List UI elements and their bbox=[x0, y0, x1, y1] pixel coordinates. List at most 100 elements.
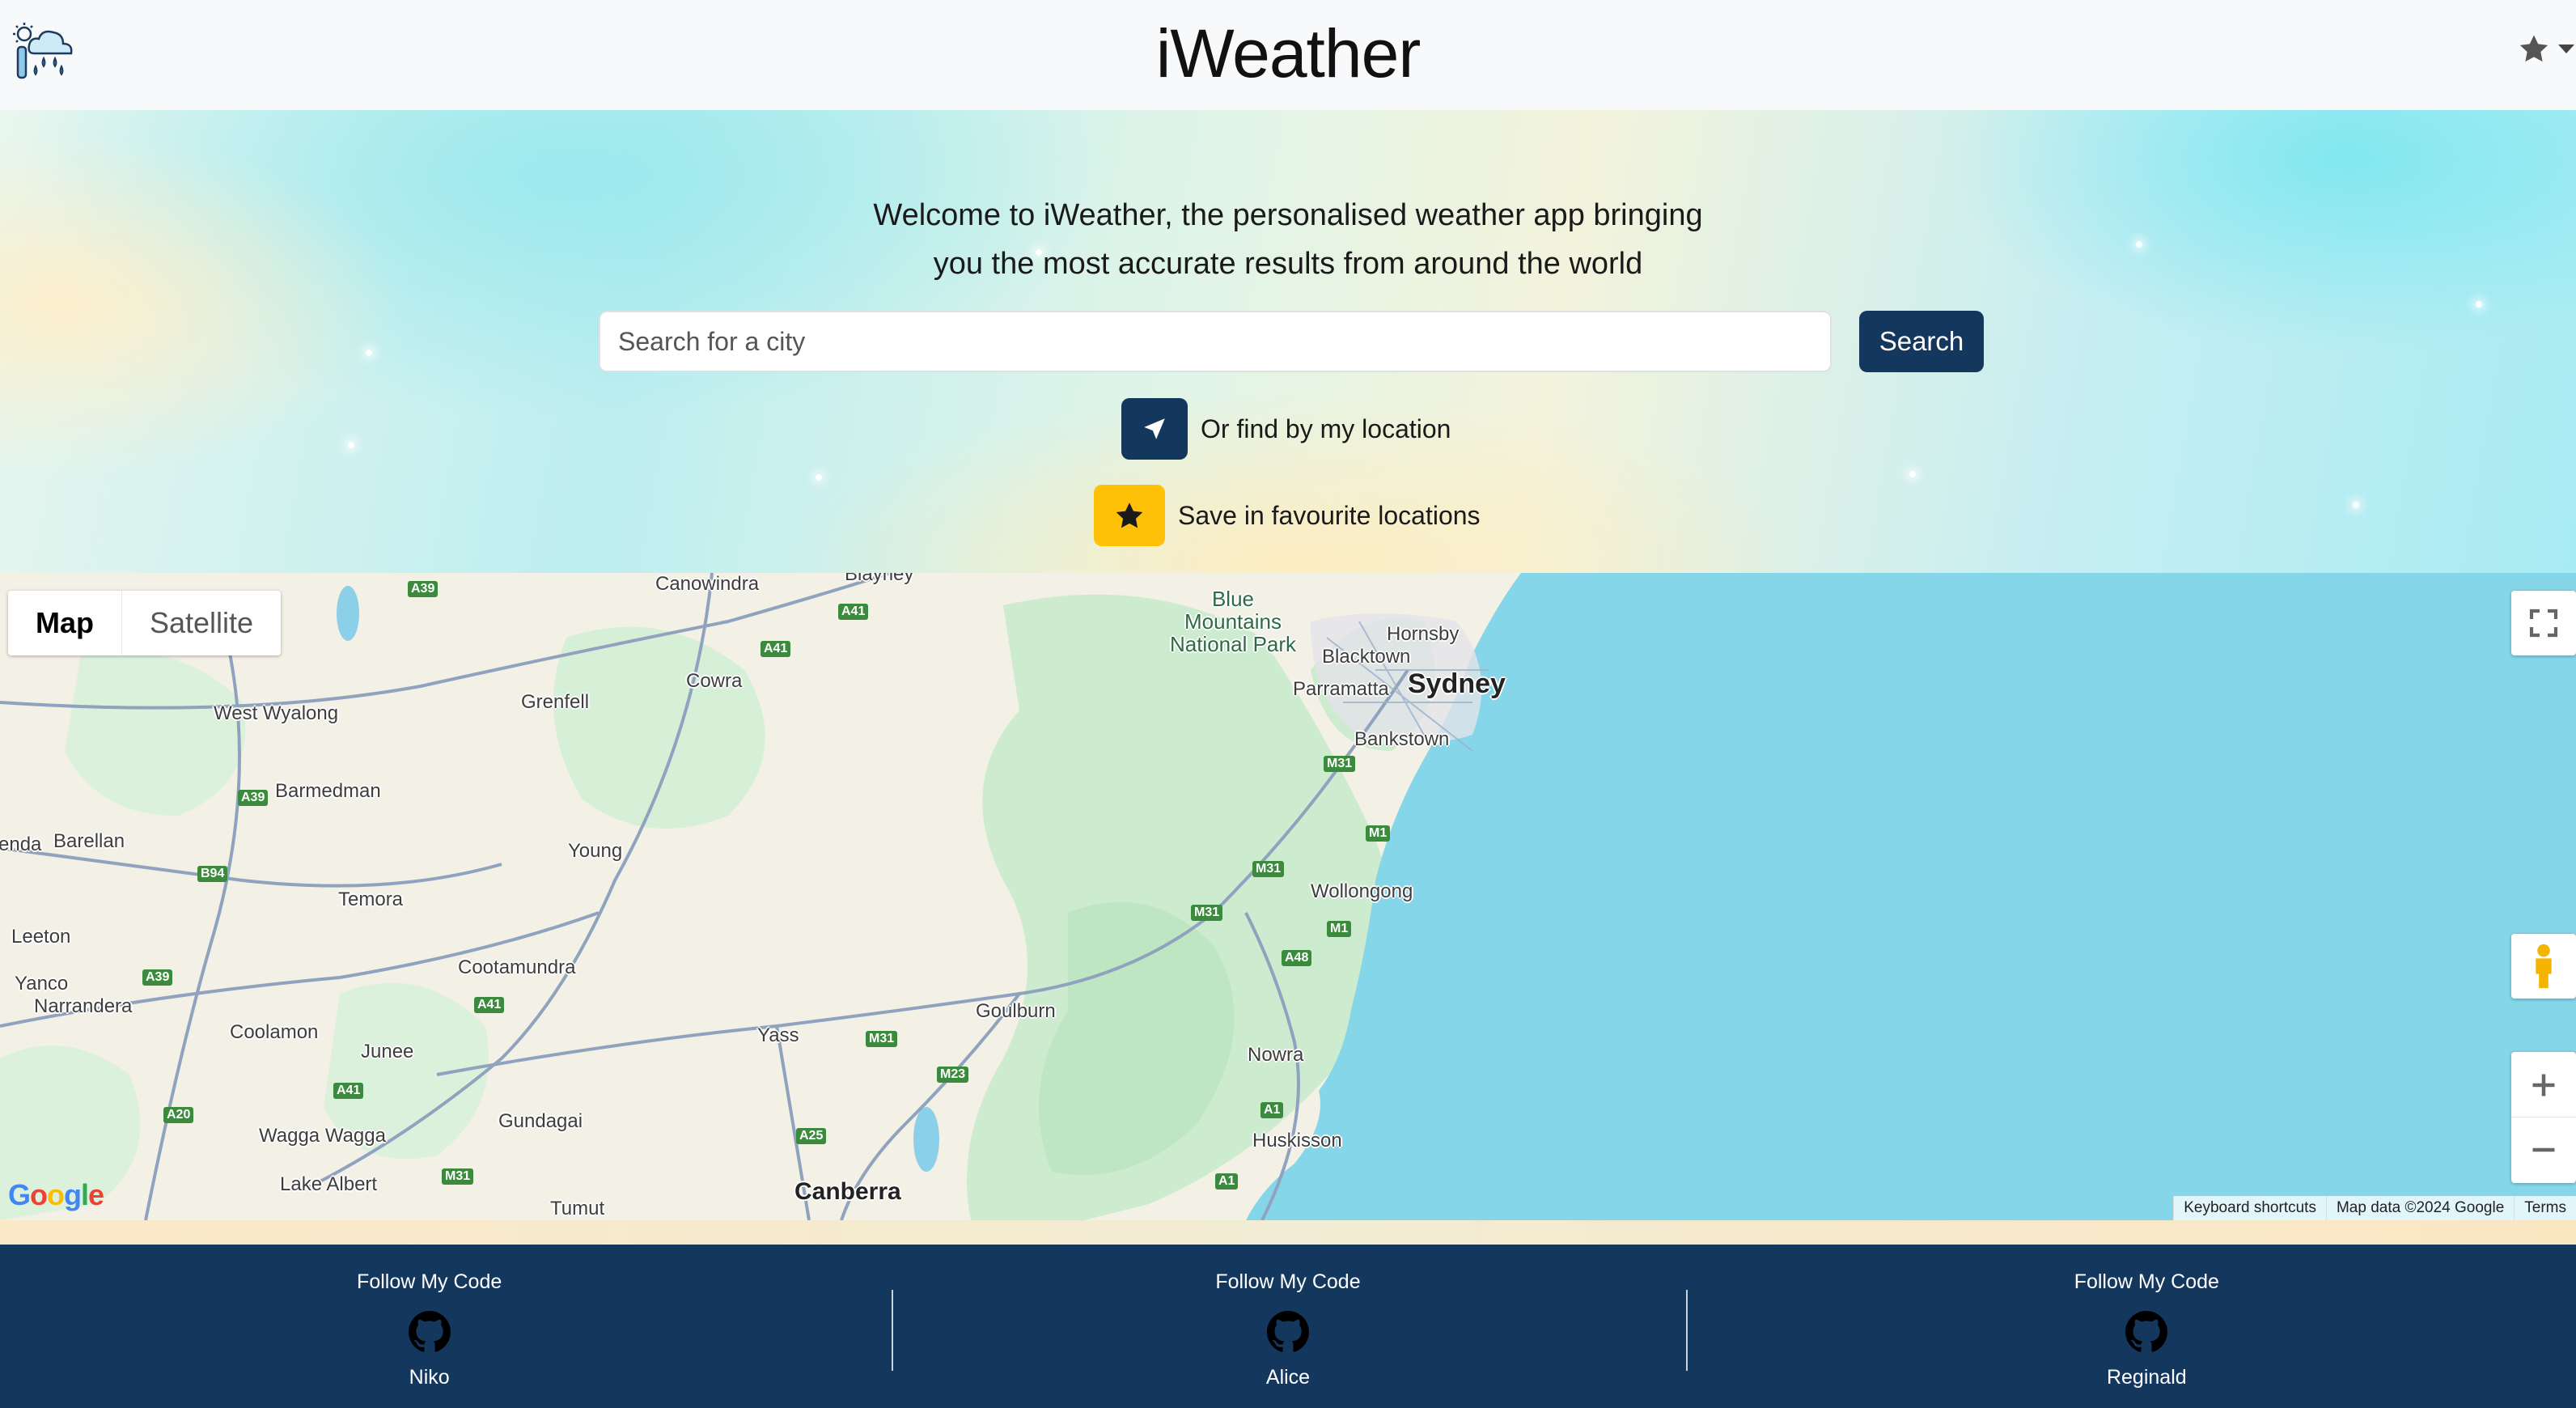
github-icon[interactable] bbox=[1266, 1311, 1309, 1353]
google-map[interactable]: Canowindra Blayney Cowra Grenfell West W… bbox=[0, 573, 2576, 1220]
city-search-input[interactable] bbox=[599, 311, 1832, 372]
terms-link[interactable]: Terms bbox=[2514, 1196, 2576, 1220]
map-label-canberra: Canberra bbox=[794, 1178, 901, 1205]
sparkle-decoration bbox=[2353, 502, 2359, 508]
footer-divider bbox=[1686, 1290, 1688, 1371]
map-label-young: Young bbox=[568, 840, 623, 862]
welcome-message: Welcome to iWeather, the personalised we… bbox=[0, 191, 2576, 288]
map-label-barmedman: Barmedman bbox=[275, 780, 381, 802]
map-label-hornsby: Hornsby bbox=[1387, 623, 1460, 645]
find-by-location-row: Or find by my location bbox=[1121, 398, 1451, 460]
decorative-strip bbox=[0, 1220, 2576, 1245]
navbar: iWeather bbox=[0, 0, 2576, 110]
map-label-enda: enda bbox=[0, 833, 42, 855]
star-icon bbox=[1116, 503, 1143, 528]
road-shield: A39 bbox=[142, 969, 173, 986]
zoom-controls bbox=[2511, 1052, 2576, 1183]
street-view-button[interactable] bbox=[2511, 934, 2576, 999]
map-label-coolamon: Coolamon bbox=[230, 1021, 319, 1043]
road-shield: A1 bbox=[1215, 1173, 1239, 1190]
map-label-parramatta: Parramatta bbox=[1293, 678, 1389, 700]
save-favourite-button[interactable] bbox=[1094, 485, 1165, 546]
footer-column-reginald: Follow My Code Reginald bbox=[1718, 1245, 2576, 1408]
map-label-narrandera: Narrandera bbox=[34, 995, 133, 1017]
map-label-tumut: Tumut bbox=[550, 1198, 605, 1219]
google-logo[interactable]: Google bbox=[8, 1178, 104, 1212]
map-label-blue-mountains: Blue Mountains National Park bbox=[1169, 587, 1297, 656]
chevron-down-icon bbox=[2558, 44, 2574, 53]
road-shield: M23 bbox=[937, 1067, 969, 1083]
find-location-button[interactable] bbox=[1121, 398, 1188, 460]
road-shield: M31 bbox=[866, 1031, 898, 1047]
contributor-name[interactable]: Alice bbox=[858, 1366, 1717, 1389]
map-label-grenfell: Grenfell bbox=[521, 691, 590, 713]
contributor-name[interactable]: Niko bbox=[0, 1366, 858, 1389]
pegman-icon bbox=[2536, 944, 2552, 989]
star-icon bbox=[2519, 35, 2548, 62]
map-label-west-wyalong: West Wyalong bbox=[214, 702, 339, 724]
save-favourite-label: Save in favourite locations bbox=[1178, 500, 1481, 530]
map-label-lake-albert: Lake Albert bbox=[280, 1173, 378, 1195]
contributor-name[interactable]: Reginald bbox=[1718, 1366, 2576, 1389]
road-shield: A48 bbox=[1282, 950, 1312, 966]
keyboard-shortcuts-link[interactable]: Keyboard shortcuts bbox=[2173, 1196, 2326, 1220]
github-icon[interactable] bbox=[408, 1311, 451, 1353]
follow-heading: Follow My Code bbox=[1215, 1270, 1361, 1293]
zoom-in-button[interactable] bbox=[2511, 1053, 2576, 1117]
map-label-canowindra: Canowindra bbox=[655, 573, 760, 595]
map-label-blayney: Blayney bbox=[845, 573, 914, 585]
map-label-sydney: Sydney bbox=[1408, 668, 1506, 699]
map-data-text: Map data ©2024 Google bbox=[2325, 1196, 2514, 1220]
hero-section: Welcome to iWeather, the personalised we… bbox=[0, 110, 2576, 573]
follow-heading: Follow My Code bbox=[357, 1270, 502, 1293]
footer-column-alice: Follow My Code Alice bbox=[858, 1245, 1717, 1408]
zoom-out-button[interactable] bbox=[2511, 1117, 2576, 1182]
map-type-toggle: Map Satellite bbox=[8, 591, 282, 655]
map-type-map[interactable]: Map bbox=[8, 591, 122, 655]
map-label-blacktown: Blacktown bbox=[1322, 646, 1411, 668]
road-shield: A39 bbox=[238, 790, 269, 806]
road-shield: A41 bbox=[474, 997, 505, 1013]
road-shield: A25 bbox=[796, 1128, 827, 1144]
map-label-bankstown: Bankstown bbox=[1354, 728, 1450, 750]
road-shield: M31 bbox=[1191, 905, 1223, 921]
footer-column-niko: Follow My Code Niko bbox=[0, 1245, 858, 1408]
map-label-barellan: Barellan bbox=[53, 830, 125, 852]
sparkle-decoration bbox=[2476, 301, 2482, 307]
app-title: iWeather bbox=[1155, 15, 1421, 91]
road-shield: M31 bbox=[442, 1168, 474, 1185]
zoom-out-icon bbox=[2532, 1147, 2555, 1152]
road-shield: M31 bbox=[1324, 756, 1356, 772]
favourites-dropdown[interactable] bbox=[2518, 32, 2574, 65]
save-favourite-row: Save in favourite locations bbox=[1094, 485, 1481, 546]
sparkle-decoration bbox=[366, 350, 372, 356]
road-shield: A41 bbox=[761, 641, 791, 657]
search-button[interactable]: Search bbox=[1859, 311, 1984, 372]
road-shield: A39 bbox=[408, 581, 439, 597]
map-label-cootamundra: Cootamundra bbox=[458, 956, 576, 978]
welcome-line-1: Welcome to iWeather, the personalised we… bbox=[873, 198, 1703, 232]
road-shield: A41 bbox=[333, 1083, 364, 1099]
welcome-line-2: you the most accurate results from aroun… bbox=[933, 247, 1643, 281]
find-location-label: Or find by my location bbox=[1201, 413, 1451, 443]
map-label-yanco: Yanco bbox=[15, 973, 69, 995]
map-label-leeton: Leeton bbox=[11, 926, 71, 948]
road-shield: M31 bbox=[1252, 861, 1285, 877]
map-label-junee: Junee bbox=[361, 1041, 414, 1062]
map-label-goulburn: Goulburn bbox=[976, 1000, 1056, 1022]
zoom-in-icon bbox=[2532, 1074, 2555, 1096]
sparkle-decoration bbox=[1909, 471, 1916, 477]
map-label-wagga-wagga: Wagga Wagga bbox=[259, 1125, 386, 1147]
fullscreen-button[interactable] bbox=[2511, 591, 2576, 655]
map-label-temora: Temora bbox=[338, 888, 404, 910]
sparkle-decoration bbox=[348, 442, 354, 448]
map-label-huskisson: Huskisson bbox=[1252, 1130, 1342, 1151]
github-icon[interactable] bbox=[2125, 1311, 2168, 1353]
map-attribution: Keyboard shortcuts Map data ©2024 Google… bbox=[2173, 1196, 2576, 1220]
navigation-arrow-icon bbox=[1144, 418, 1165, 439]
map-type-satellite[interactable]: Satellite bbox=[122, 591, 281, 655]
map-label-cowra: Cowra bbox=[686, 670, 743, 692]
road-shield: A41 bbox=[838, 604, 869, 620]
sparkle-decoration bbox=[816, 474, 822, 481]
road-shield: M1 bbox=[1327, 921, 1352, 937]
